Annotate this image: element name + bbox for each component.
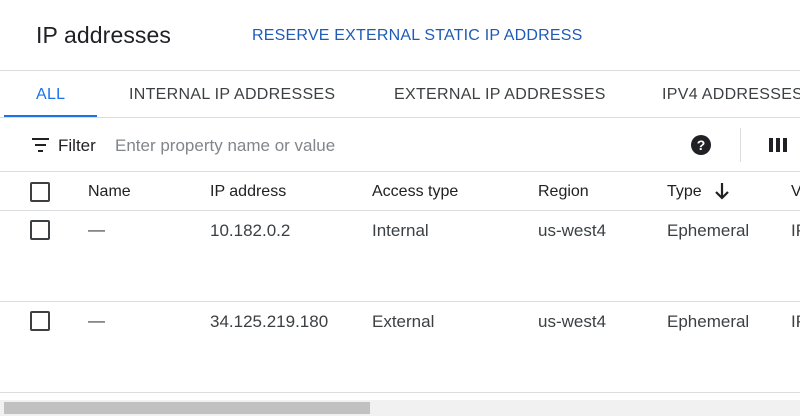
filter-list-icon[interactable]	[32, 138, 49, 152]
tab-internal-ip-addresses[interactable]: INTERNAL IP ADDRESSES	[129, 71, 335, 117]
table-row[interactable]: — 34.125.219.180 External us-west4 Ephem…	[0, 302, 800, 393]
tab-external-ip-addresses[interactable]: EXTERNAL IP ADDRESSES	[394, 71, 606, 117]
column-header-name[interactable]: Name	[88, 183, 131, 201]
table-row[interactable]: — 10.182.0.2 Internal us-west4 Ephemeral…	[0, 211, 800, 302]
column-header-access-type[interactable]: Access type	[372, 183, 458, 201]
column-header-version[interactable]: V	[791, 183, 800, 201]
cell-type: Ephemeral	[667, 312, 750, 331]
cell-region: us-west4	[538, 221, 607, 240]
tab-all[interactable]: ALL	[36, 71, 65, 117]
tab-ipv4-addresses[interactable]: IPV4 ADDRESSES	[662, 71, 800, 117]
cell-access-type: External	[372, 312, 435, 331]
reserve-static-ip-button[interactable]: RESERVE EXTERNAL STATIC IP ADDRESS	[252, 27, 582, 45]
filter-input[interactable]	[115, 133, 515, 159]
cell-version: IP	[791, 221, 800, 240]
cell-type: Ephemeral	[667, 221, 750, 240]
cell-name: —	[88, 311, 105, 330]
cell-access-type: Internal	[372, 221, 429, 240]
column-header-region[interactable]: Region	[538, 183, 589, 201]
filter-label[interactable]: Filter	[58, 136, 96, 156]
table-header: Name IP address Access type Region Type …	[0, 172, 800, 211]
cell-ip-address: 10.182.0.2	[210, 221, 291, 240]
select-all-checkbox[interactable]	[30, 182, 50, 202]
page-title: IP addresses	[36, 22, 172, 48]
tab-bar: ALL INTERNAL IP ADDRESSES EXTERNAL IP AD…	[0, 70, 800, 118]
cell-name: —	[88, 220, 105, 239]
help-icon[interactable]: ?	[691, 135, 711, 155]
page-header: IP addresses RESERVE EXTERNAL STATIC IP …	[0, 0, 800, 70]
active-tab-indicator	[4, 115, 97, 117]
row-checkbox[interactable]	[30, 220, 50, 240]
scrollbar-thumb[interactable]	[4, 402, 370, 414]
column-header-type[interactable]: Type	[667, 183, 702, 201]
column-header-ip-address[interactable]: IP address	[210, 183, 286, 201]
sort-descending-icon[interactable]	[714, 182, 730, 200]
column-display-icon[interactable]	[769, 138, 787, 152]
filter-bar: Filter	[0, 119, 800, 172]
cell-version: IP	[791, 312, 800, 331]
toolbar-divider	[740, 128, 741, 162]
cell-region: us-west4	[538, 312, 607, 331]
cell-ip-address: 34.125.219.180	[210, 312, 329, 331]
row-checkbox[interactable]	[30, 311, 50, 331]
